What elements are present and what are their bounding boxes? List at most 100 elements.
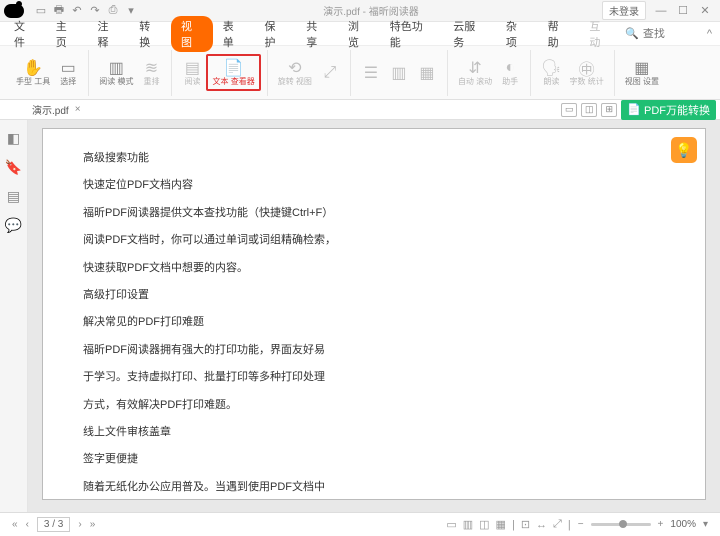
zoom-control: − + 100% ▾	[574, 519, 712, 530]
ribbon-group-viewer: ▤阅读 📄文本 查看器	[172, 50, 267, 96]
select-tool-button[interactable]: ▭选择	[54, 56, 82, 89]
menu-cloud[interactable]: 云服务	[443, 16, 496, 52]
fit-width-icon[interactable]: ↔	[533, 519, 550, 531]
next-page-icon[interactable]: ›	[74, 519, 85, 530]
view-sep-2: |	[565, 519, 574, 531]
ribbon: ✋手型 工具 ▭选择 ▥阅读 模式 ≋重排 ▤阅读 📄文本 查看器 ⟲旋转 视图…	[0, 46, 720, 100]
view-cont-facing-icon[interactable]: ▦	[493, 518, 509, 531]
menu-comment[interactable]: 注释	[88, 16, 130, 52]
ribbon-group-read: ▥阅读 模式 ≋重排	[89, 50, 172, 96]
menu-browse[interactable]: 浏览	[338, 16, 380, 52]
text-line: 阅读PDF文档时，你可以通过单词或词组精确检索，	[83, 233, 665, 248]
menu-convert[interactable]: 转换	[129, 16, 171, 52]
last-page-icon[interactable]: »	[86, 519, 100, 530]
menu-features[interactable]: 特色功能	[380, 16, 444, 52]
menubar: 文件 主页 注释 转换 视图 表单 保护 共享 浏览 特色功能 云服务 杂项 帮…	[0, 22, 720, 46]
text-line: 解决常见的PDF打印难题	[83, 315, 665, 330]
text-line: 高级搜索功能	[83, 151, 665, 166]
reflow-button[interactable]: ≋重排	[137, 56, 165, 89]
ribbon-group-layout: ☰ ▥ ▦	[351, 50, 448, 96]
nav-outline-icon[interactable]: ◧	[7, 130, 20, 147]
menu-form[interactable]: 表单	[213, 16, 255, 52]
app-logo	[4, 4, 24, 18]
layout-1-button[interactable]: ☰	[357, 61, 385, 85]
text-line: 签字更便捷	[83, 452, 665, 467]
menu-help[interactable]: 帮助	[538, 16, 580, 52]
minimize-icon[interactable]: —	[650, 2, 672, 20]
zoom-in-icon[interactable]: +	[654, 519, 668, 530]
text-line: 福昕PDF阅读器拥有强大的打印功能，界面友好易	[83, 343, 665, 358]
text-line: 快速定位PDF文档内容	[83, 178, 665, 193]
page: 💡 高级搜索功能 快速定位PDF文档内容 福昕PDF阅读器提供文本查找功能（快捷…	[42, 128, 706, 500]
view-continuous-icon[interactable]: ▥	[460, 518, 476, 531]
workspace: ◧ 🔖 ▤ 💬 💡 高级搜索功能 快速定位PDF文档内容 福昕PDF阅读器提供文…	[0, 120, 720, 512]
fit-page-icon[interactable]: ⊡	[518, 518, 533, 531]
pdf-convert-icon: 📄	[627, 103, 641, 116]
view-single-icon[interactable]: ▭	[443, 518, 459, 531]
read-aloud-button[interactable]: 🗣朗读	[537, 56, 565, 89]
pdf-convert-label: PDF万能转换	[644, 102, 710, 118]
document-tab[interactable]: 演示.pdf ×	[32, 102, 81, 117]
menu-home[interactable]: 主页	[46, 16, 88, 52]
menu-file[interactable]: 文件	[4, 16, 46, 52]
layout-2-button[interactable]: ▥	[385, 61, 413, 85]
document-tab-label: 演示.pdf	[32, 102, 69, 117]
nav-pages-icon[interactable]: ▤	[7, 188, 20, 205]
tab-close-icon[interactable]: ×	[75, 104, 81, 115]
document-area[interactable]: 💡 高级搜索功能 快速定位PDF文档内容 福昕PDF阅读器提供文本查找功能（快捷…	[28, 120, 720, 512]
menu-extra[interactable]: 互动	[579, 16, 621, 52]
menu-misc[interactable]: 杂项	[496, 16, 538, 52]
tip-bulb-icon[interactable]: 💡	[671, 137, 697, 163]
search-input[interactable]	[643, 28, 703, 40]
text-line: 于学习。支持虚拟打印、批量打印等多种打印处理	[83, 370, 665, 385]
prev-page-icon[interactable]: ‹	[22, 519, 33, 530]
read-button[interactable]: ▤阅读	[178, 56, 206, 89]
rotate-view-button[interactable]: ⟲旋转 视图	[274, 56, 316, 89]
page-indicator[interactable]: 3 / 3	[37, 517, 70, 532]
layout-tool-3-icon[interactable]: ⊞	[601, 103, 617, 117]
statusbar: « ‹ 3 / 3 › » ▭ ▥ ◫ ▦ | ⊡ ↔ ⤢ | − + 100%…	[0, 512, 720, 536]
view-sep-1: |	[509, 519, 518, 531]
document-tabstrip: 演示.pdf × ▭ ◫ ⊞ 📄 PDF万能转换	[0, 100, 720, 120]
ribbon-group-rotate: ⟲旋转 视图 ⤢	[268, 50, 351, 96]
zoom-out-icon[interactable]: −	[574, 519, 588, 530]
ribbon-group-settings: ▦视图 设置	[615, 50, 669, 96]
search-icon[interactable]: 🔍	[625, 27, 639, 40]
assistant-button[interactable]: ◐助手	[496, 56, 524, 89]
fit-visible-icon[interactable]: ⤢	[550, 518, 565, 531]
zoom-value: 100%	[670, 519, 696, 530]
maximize-icon[interactable]: ☐	[672, 2, 694, 20]
menu-view[interactable]: 视图	[171, 16, 213, 52]
nav-comments-icon[interactable]: 💬	[5, 217, 22, 234]
left-panel: ◧ 🔖 ▤ 💬	[0, 120, 28, 512]
ribbon-group-tools: ✋手型 工具 ▭选择	[6, 50, 89, 96]
menu-share[interactable]: 共享	[296, 16, 338, 52]
view-facing-icon[interactable]: ◫	[476, 518, 492, 531]
text-line: 方式，有效解决PDF打印难题。	[83, 398, 665, 413]
text-line: 随着无纸化办公应用普及。当遇到使用PDF文档中	[83, 480, 665, 495]
text-line: 高级打印设置	[83, 288, 665, 303]
layout-tool-1-icon[interactable]: ▭	[561, 103, 577, 117]
ribbon-group-speech: 🗣朗读 ㊥字数 统计	[531, 50, 615, 96]
layout-tool-2-icon[interactable]: ◫	[581, 103, 597, 117]
view-settings-button[interactable]: ▦视图 设置	[621, 56, 663, 89]
text-line: 快速获取PDF文档中想要的内容。	[83, 261, 665, 276]
text-line: 线上文件审核盖章	[83, 425, 665, 440]
zoom-dropdown-icon[interactable]: ▾	[699, 519, 712, 530]
zoom-slider[interactable]	[591, 523, 651, 526]
layout-3-button[interactable]: ▦	[413, 61, 441, 85]
rotate-other-button[interactable]: ⤢	[316, 61, 344, 85]
collapse-ribbon-icon[interactable]: ^	[707, 28, 712, 40]
tabstrip-tools: ▭ ◫ ⊞ 📄 PDF万能转换	[561, 100, 716, 120]
hand-tool-button[interactable]: ✋手型 工具	[12, 56, 54, 89]
text-line: 福昕PDF阅读器提供文本查找功能（快捷键Ctrl+F）	[83, 206, 665, 221]
pdf-convert-button[interactable]: 📄 PDF万能转换	[621, 100, 716, 120]
text-viewer-button[interactable]: 📄文本 查看器	[206, 54, 260, 91]
nav-bookmark-icon[interactable]: 🔖	[5, 159, 22, 176]
auto-scroll-button[interactable]: ⇵自动 滚动	[454, 56, 496, 89]
first-page-icon[interactable]: «	[8, 519, 22, 530]
read-mode-button[interactable]: ▥阅读 模式	[95, 56, 137, 89]
menu-protect[interactable]: 保护	[255, 16, 297, 52]
word-count-button[interactable]: ㊥字数 统计	[565, 56, 607, 89]
close-icon[interactable]: ✕	[694, 2, 716, 20]
